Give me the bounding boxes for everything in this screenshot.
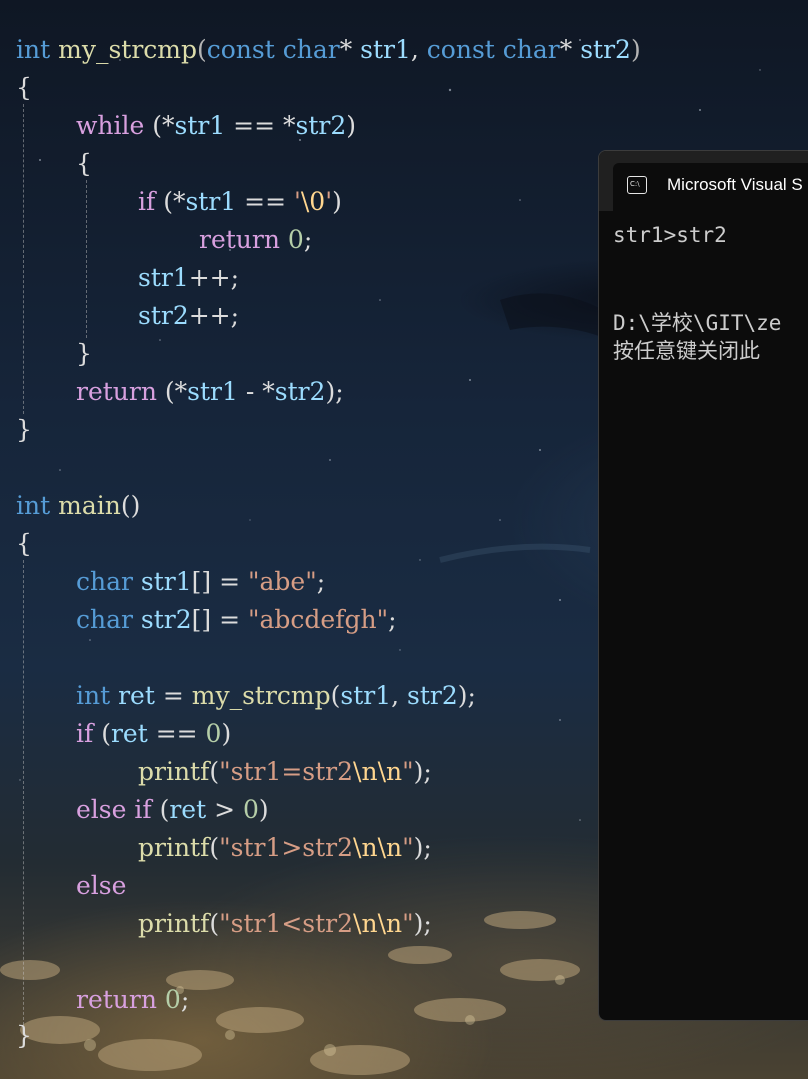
code-line: { [16, 529, 32, 558]
code-line: int my_strcmp(const char* str1, const ch… [16, 35, 641, 64]
code-line: { [16, 73, 32, 102]
code-line: else [76, 871, 127, 900]
code-line: if (*str1 == '\0') [138, 187, 342, 216]
console-tab[interactable]: C:\ Microsoft Visual S [613, 163, 808, 211]
console-title: Microsoft Visual S [667, 175, 803, 194]
code-line: else if (ret > 0) [76, 795, 269, 824]
code-line: char str2[] = "abcdefgh"; [76, 605, 397, 634]
function-name: my_strcmp [58, 35, 197, 64]
console-output-line: str1>str2 [613, 223, 727, 247]
keyword-int: int [16, 35, 51, 64]
indent-guide [23, 560, 24, 1030]
code-line: return 0; [76, 985, 190, 1014]
code-line: char str1[] = "abe"; [76, 567, 326, 596]
code-line: return (*str1 - *str2); [76, 377, 344, 406]
terminal-icon: C:\ [627, 176, 647, 194]
indent-guide [23, 104, 24, 414]
code-line: int main() [16, 491, 141, 520]
code-line: int ret = my_strcmp(str1, str2); [76, 681, 476, 710]
console-titlebar[interactable]: C:\ Microsoft Visual S [599, 151, 808, 211]
indent-guide [86, 180, 87, 338]
code-line: } [16, 1021, 32, 1050]
console-output-line: D:\学校\GIT\ze [613, 311, 782, 335]
code-line: } [76, 339, 92, 368]
code-line: { [76, 149, 92, 178]
code-line: printf("str1<str2\n\n"); [138, 909, 432, 938]
code-line: if (ret == 0) [76, 719, 232, 748]
code-line: printf("str1>str2\n\n"); [138, 833, 432, 862]
code-line: return 0; [199, 225, 313, 254]
console-window[interactable]: C:\ Microsoft Visual S str1>str2 D:\学校\G… [598, 150, 808, 1021]
console-output-line: 按任意键关闭此 [613, 339, 760, 363]
code-line: printf("str1=str2\n\n"); [138, 757, 432, 786]
code-line: } [16, 415, 32, 444]
code-line: str2++; [138, 301, 240, 330]
code-line: str1++; [138, 263, 240, 292]
code-line: while (*str1 == *str2) [76, 111, 357, 140]
